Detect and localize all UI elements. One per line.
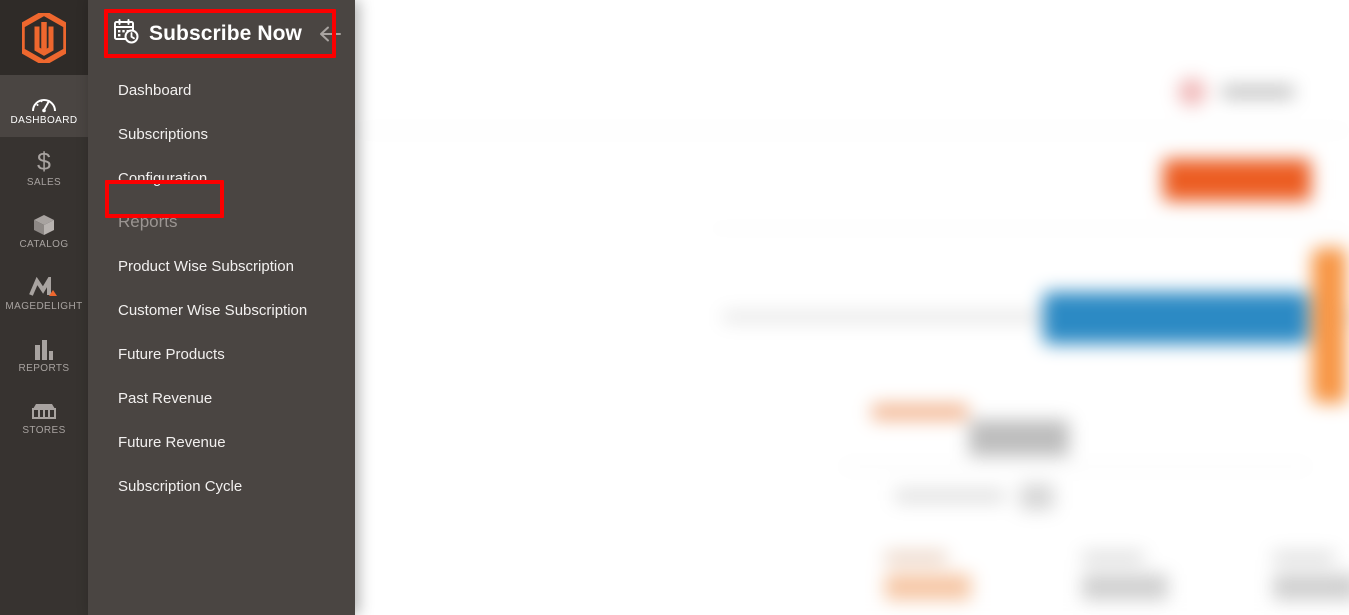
menu-item-label: Configuration (118, 169, 208, 187)
backdrop-chart-title (872, 404, 968, 420)
menu-item-label: Future Products (118, 345, 225, 363)
magento-logo-icon (22, 12, 66, 63)
backdrop-chart-tab (969, 420, 1069, 456)
flyout-title-text: Subscribe Now (149, 22, 302, 45)
menu-item-label: Past Revenue (118, 389, 213, 407)
menu-section-label: Reports (118, 212, 178, 231)
menu-item-subscription-cycle[interactable]: Subscription Cycle (88, 464, 355, 508)
backdrop-secondary-button (1043, 292, 1308, 344)
flyout-title-bar[interactable]: Subscribe Now (88, 0, 355, 68)
admin-sidebar-rail: DASHBOARD $ SALES CATALOG MAGEDELIGHT RE… (0, 0, 88, 615)
backdrop-notification-badge (1178, 78, 1206, 106)
backdrop-stat-value (1273, 574, 1349, 600)
backdrop-stat-label (1273, 552, 1335, 563)
catalog-box-icon (32, 211, 56, 237)
sidebar-item-label: CATALOG (19, 238, 69, 250)
menu-item-subscriptions[interactable]: Subscriptions (88, 112, 355, 156)
sidebar-item-label: MAGEDELIGHT (5, 300, 83, 312)
menu-item-dashboard[interactable]: Dashboard (88, 68, 355, 112)
sidebar-item-label: REPORTS (18, 362, 70, 374)
backdrop-stat-value (885, 574, 971, 600)
backdrop-side-tab (1312, 248, 1346, 403)
menu-item-configuration[interactable]: Configuration (88, 156, 355, 200)
backdrop-select-box (1020, 484, 1054, 510)
menu-item-label: Customer Wise Subscription (118, 301, 308, 319)
backdrop-chart-rule (842, 466, 1309, 467)
backdrop-stat-tile (885, 552, 993, 614)
storefront-icon (31, 397, 57, 423)
backdrop-account-text (1222, 86, 1294, 98)
dashboard-gauge-icon (31, 87, 57, 113)
sidebar-item-label: STORES (22, 424, 66, 436)
flyout-menu-list: Dashboard Subscriptions Configuration Re… (88, 68, 355, 508)
sidebar-item-label: SALES (26, 176, 62, 188)
backdrop-primary-button (1163, 159, 1311, 201)
menu-item-past-revenue[interactable]: Past Revenue (88, 376, 355, 420)
menu-item-label: Product Wise Subscription (118, 257, 294, 275)
menu-item-label: Subscriptions (118, 125, 209, 143)
backdrop-stat-label (1082, 552, 1144, 563)
magedelight-icon (29, 273, 59, 299)
menu-section-reports: Reports (88, 200, 355, 244)
sidebar-item-dashboard[interactable]: DASHBOARD (0, 75, 88, 137)
menu-item-label: Future Revenue (118, 433, 226, 451)
backdrop-toolbar-divider (355, 130, 1349, 131)
backdrop-stat-tile (1273, 552, 1349, 614)
bar-chart-icon (32, 335, 56, 361)
calendar-clock-icon (114, 19, 139, 49)
backdrop-stat-value (1082, 574, 1168, 600)
menu-item-label: Subscription Cycle (118, 477, 243, 495)
sidebar-item-catalog[interactable]: CATALOG (0, 199, 88, 261)
sidebar-item-sales[interactable]: $ SALES (0, 137, 88, 199)
menu-item-product-wise-subscription[interactable]: Product Wise Subscription (88, 244, 355, 288)
backdrop-stat-label (885, 552, 947, 563)
magento-admin-screen: DASHBOARD $ SALES CATALOG MAGEDELIGHT RE… (0, 0, 1349, 615)
sidebar-item-reports[interactable]: REPORTS (0, 323, 88, 385)
arrow-left-icon[interactable] (318, 26, 342, 42)
subscribe-now-flyout-menu: Subscribe Now Dashboard Subscriptions Co… (88, 0, 355, 615)
backdrop-select-label (895, 489, 1005, 503)
backdrop-stat-tile (1082, 552, 1190, 614)
menu-item-future-products[interactable]: Future Products (88, 332, 355, 376)
sidebar-item-magedelight[interactable]: MAGEDELIGHT (0, 261, 88, 323)
sidebar-item-stores[interactable]: STORES (0, 385, 88, 447)
menu-item-future-revenue[interactable]: Future Revenue (88, 420, 355, 464)
magento-logo[interactable] (0, 0, 88, 75)
sidebar-item-label: DASHBOARD (10, 114, 78, 126)
menu-item-label: Dashboard (118, 81, 192, 99)
menu-item-customer-wise-subscription[interactable]: Customer Wise Subscription (88, 288, 355, 332)
backdrop-section-divider (710, 228, 1349, 229)
dollar-sign-icon: $ (37, 147, 51, 176)
